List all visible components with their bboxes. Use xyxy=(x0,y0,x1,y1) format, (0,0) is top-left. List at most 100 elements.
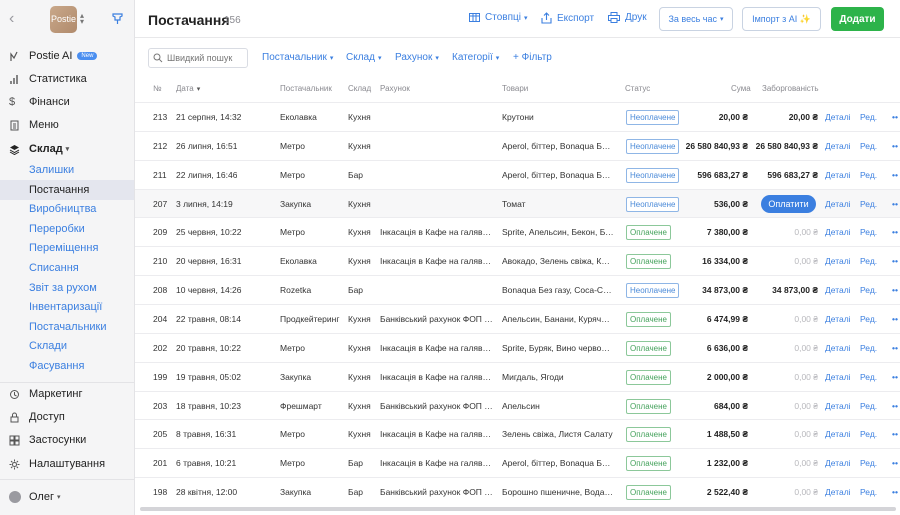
more-icon[interactable]: •• xyxy=(892,276,898,304)
sidebar-item-settings[interactable]: Налаштування xyxy=(0,454,134,474)
table-row[interactable]: 211 22 липня, 16:46 Метро Бар Aperol, біттер… xyxy=(135,159,900,189)
details-link[interactable]: Деталі xyxy=(825,103,851,131)
sidebar-item-statistics[interactable]: Статистика xyxy=(0,69,134,89)
more-icon[interactable]: •• xyxy=(892,190,898,218)
details-link[interactable]: Деталі xyxy=(825,218,851,246)
edit-link[interactable]: Ред. xyxy=(860,247,877,275)
sidebar-sub-movement-report[interactable]: Звіт за рухом xyxy=(0,278,134,298)
user-menu[interactable]: Олег ▾ xyxy=(20,487,120,507)
edit-link[interactable]: Ред. xyxy=(860,478,877,506)
details-link[interactable]: Деталі xyxy=(825,276,851,304)
table-row[interactable]: 203 18 травня, 10:23 Фрешмарт Кухня Банківсь… xyxy=(135,390,900,420)
filter-warehouse[interactable]: Склад ▾ xyxy=(346,52,381,63)
sidebar-item-menu[interactable]: Меню xyxy=(0,115,134,135)
details-link[interactable]: Деталі xyxy=(825,478,851,506)
edit-link[interactable]: Ред. xyxy=(860,161,877,189)
filter-account[interactable]: Рахунок ▾ xyxy=(395,52,439,63)
account-logo[interactable]: Postie xyxy=(50,6,77,33)
details-link[interactable]: Деталі xyxy=(825,392,851,420)
table-row[interactable]: 201 6 травня, 10:21 Метро Бар Інкасація в Ка… xyxy=(135,448,900,477)
more-icon[interactable]: •• xyxy=(892,449,898,477)
pin-sidebar-icon[interactable] xyxy=(111,12,124,25)
edit-link[interactable]: Ред. xyxy=(860,334,877,362)
edit-link[interactable]: Ред. xyxy=(860,276,877,304)
table-row[interactable]: 199 19 травня, 05:02 Закупка Кухня Інкасація… xyxy=(135,361,900,391)
edit-link[interactable]: Ред. xyxy=(860,103,877,131)
edit-link[interactable]: Ред. xyxy=(860,363,877,391)
details-link[interactable]: Деталі xyxy=(825,190,851,218)
sidebar-item-warehouse[interactable]: Склад ▾ xyxy=(0,139,134,159)
col-header-goods[interactable]: Товари xyxy=(502,84,528,93)
import-ai-button[interactable]: Імпорт з AI ✨ xyxy=(742,7,821,31)
col-header-account[interactable]: Рахунок xyxy=(380,84,410,93)
edit-link[interactable]: Ред. xyxy=(860,449,877,477)
sidebar-sub-inventory[interactable]: Інвентаризації xyxy=(0,297,134,317)
search-input[interactable] xyxy=(148,48,248,68)
details-link[interactable]: Деталі xyxy=(825,161,851,189)
more-icon[interactable]: •• xyxy=(892,247,898,275)
more-icon[interactable]: •• xyxy=(892,334,898,362)
table-row[interactable]: 204 22 травня, 08:14 Продкейтеринг Кухня Бан… xyxy=(135,303,900,333)
sidebar-sub-production[interactable]: Виробництва xyxy=(0,199,134,219)
add-button[interactable]: Додати xyxy=(831,7,884,31)
more-icon[interactable]: •• xyxy=(892,305,898,333)
details-link[interactable]: Деталі xyxy=(825,247,851,275)
sidebar-sub-supplies[interactable]: Постачання xyxy=(0,180,134,200)
details-link[interactable]: Деталі xyxy=(825,305,851,333)
more-icon[interactable]: •• xyxy=(892,218,898,246)
col-header-status[interactable]: Статус xyxy=(625,84,650,93)
col-header-supplier[interactable]: Постачальник xyxy=(280,84,332,93)
sidebar-sub-stock[interactable]: Залишки xyxy=(0,160,134,180)
filter-category[interactable]: Категорії ▾ xyxy=(452,52,499,63)
more-icon[interactable]: •• xyxy=(892,132,898,160)
sidebar-sub-transfers[interactable]: Переміщення xyxy=(0,238,134,258)
sidebar-sub-processing[interactable]: Переробки xyxy=(0,219,134,239)
edit-link[interactable]: Ред. xyxy=(860,305,877,333)
sidebar-sub-warehouses[interactable]: Склади xyxy=(0,336,134,356)
col-header-warehouse[interactable]: Склад xyxy=(348,84,371,93)
more-icon[interactable]: •• xyxy=(892,161,898,189)
pay-button[interactable]: Оплатити xyxy=(761,194,816,213)
table-row[interactable]: 207 3 липня, 14:19 Закупка Кухня Томат Неопла… xyxy=(135,188,900,218)
col-header-debt[interactable]: Заборгованість xyxy=(762,84,819,93)
details-link[interactable]: Деталі xyxy=(825,334,851,362)
sidebar-item-postie-ai[interactable]: Postie AI New xyxy=(0,46,134,66)
table-row[interactable]: 202 20 травня, 10:22 Метро Кухня Інкасація в… xyxy=(135,332,900,362)
sidebar-sub-suppliers[interactable]: Постачальники xyxy=(0,317,134,337)
horizontal-scrollbar[interactable] xyxy=(140,507,896,511)
sidebar-item-marketing[interactable]: Маркетинг xyxy=(0,384,134,404)
sidebar-item-access[interactable]: Доступ xyxy=(0,407,134,427)
period-dropdown[interactable]: За весь час ▾ xyxy=(659,7,733,31)
back-chevron-icon[interactable]: ‹ xyxy=(9,11,21,27)
table-row[interactable]: 205 8 травня, 16:31 Метро Кухня Інкасація в … xyxy=(135,419,900,448)
sidebar-item-finance[interactable]: $ Фінанси xyxy=(0,92,134,112)
more-icon[interactable]: •• xyxy=(892,420,898,448)
sidebar-sub-packaging[interactable]: Фасування xyxy=(0,356,134,376)
table-row[interactable]: 210 20 червня, 16:31 Еколавка Кухня Інкасаці… xyxy=(135,246,900,275)
more-icon[interactable]: •• xyxy=(892,478,898,506)
more-icon[interactable]: •• xyxy=(892,103,898,131)
edit-link[interactable]: Ред. xyxy=(860,218,877,246)
print-button[interactable]: Друк xyxy=(608,12,647,23)
edit-link[interactable]: Ред. xyxy=(860,132,877,160)
table-row[interactable]: 198 28 квітня, 12:00 Закупка Бар Банківський… xyxy=(135,477,900,506)
sidebar-item-apps[interactable]: Застосунки xyxy=(0,430,134,450)
edit-link[interactable]: Ред. xyxy=(860,190,877,218)
more-icon[interactable]: •• xyxy=(892,392,898,420)
edit-link[interactable]: Ред. xyxy=(860,392,877,420)
details-link[interactable]: Деталі xyxy=(825,420,851,448)
sidebar-sub-writeoffs[interactable]: Списання xyxy=(0,258,134,278)
details-link[interactable]: Деталі xyxy=(825,363,851,391)
table-row[interactable]: 212 26 липня, 16:51 Метро Кухня Aperol, бітт… xyxy=(135,130,900,160)
table-row[interactable]: 208 10 червня, 14:26 Rozetka Бар Bonaqua Без… xyxy=(135,275,900,304)
col-header-num[interactable]: № xyxy=(153,84,162,93)
columns-button[interactable]: Стовпці ▾ xyxy=(469,12,527,23)
export-button[interactable]: Експорт xyxy=(541,12,594,24)
filter-supplier[interactable]: Постачальник ▾ xyxy=(262,52,333,63)
edit-link[interactable]: Ред. xyxy=(860,420,877,448)
col-header-sum[interactable]: Сума xyxy=(731,84,751,93)
details-link[interactable]: Деталі xyxy=(825,132,851,160)
switch-account-icon[interactable]: ▴ ▾ xyxy=(80,12,84,26)
table-row[interactable]: 213 21 серпня, 14:32 Еколавка Кухня Крутони Н… xyxy=(135,102,900,131)
table-row[interactable]: 209 25 червня, 10:22 Метро Кухня Інкасація в… xyxy=(135,217,900,246)
